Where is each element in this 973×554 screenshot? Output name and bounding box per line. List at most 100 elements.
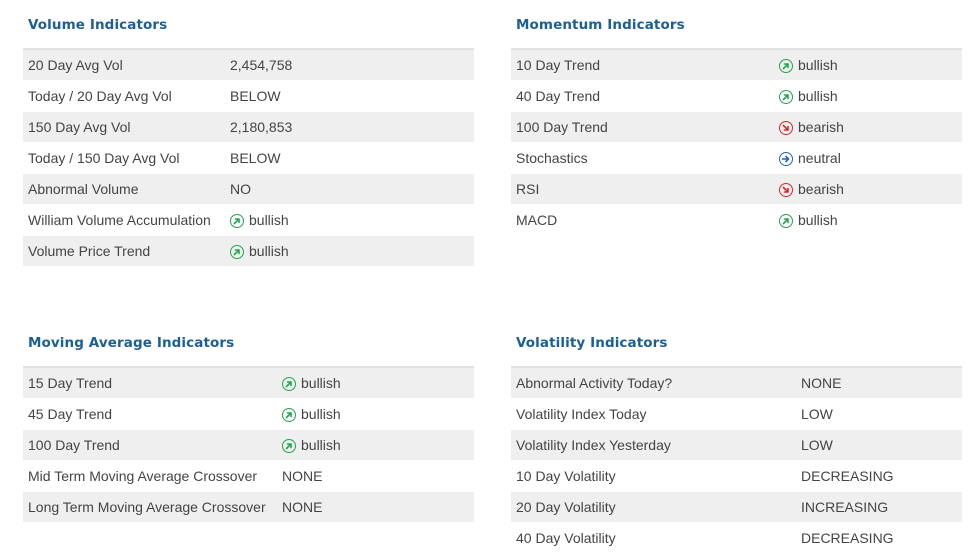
table-row: William Volume Accumulation bullish — [23, 205, 474, 236]
indicator-label: Abnormal Activity Today? — [516, 375, 673, 391]
bullish-icon — [282, 377, 296, 391]
table-row: 45 Day Trend bullish — [23, 399, 474, 430]
indicator-value-text: NONE — [801, 375, 842, 391]
bullish-icon — [779, 90, 793, 104]
indicator-value: BELOW — [230, 88, 281, 104]
indicator-value: 2,454,758 — [230, 57, 292, 73]
indicator-value: NONE — [801, 375, 841, 391]
neutral-icon — [779, 152, 793, 166]
indicator-value: bullish — [779, 57, 838, 73]
indicator-label: Stochastics — [516, 150, 588, 166]
indicator-value: BELOW — [230, 150, 281, 166]
table-row: Volume Price Trend bullish — [23, 236, 474, 267]
indicator-value-text: bullish — [301, 406, 341, 422]
indicator-value-text: bearish — [798, 181, 844, 197]
indicator-value-text: LOW — [801, 406, 833, 422]
indicator-value: bullish — [230, 243, 289, 259]
indicator-value-text: 2,180,853 — [230, 119, 293, 135]
table-row: RSI bearish — [511, 174, 962, 205]
indicator-value: bullish — [282, 375, 341, 391]
indicator-value-text: DECREASING — [801, 530, 894, 546]
indicator-value-text: bullish — [249, 243, 289, 259]
indicator-value-text: bullish — [798, 57, 838, 73]
indicator-label: 40 Day Trend — [516, 88, 601, 104]
table-row: Volatility Index Today LOW — [511, 399, 962, 430]
indicator-value: NONE — [282, 468, 322, 484]
indicator-label: 150 Day Avg Vol — [28, 119, 131, 135]
indicator-label: Today / 20 Day Avg Vol — [28, 88, 172, 104]
indicator-label: Volatility Index Yesterday — [516, 437, 671, 453]
table-row: 20 Day Volatility INCREASING — [511, 492, 962, 523]
table-row: Long Term Moving Average Crossover NONE — [23, 492, 474, 523]
bullish-icon — [230, 214, 244, 228]
indicator-value: NO — [230, 181, 251, 197]
indicator-value-text: NONE — [282, 499, 323, 515]
bearish-icon — [779, 121, 793, 135]
indicator-value-text: bullish — [798, 212, 838, 228]
volume-indicators-panel: Volume Indicators 20 Day Avg Vol 2,454,75… — [23, 10, 474, 267]
volatility-indicators-table: Abnormal Activity Today? NONE Volatility I… — [511, 366, 962, 554]
indicator-value-text: bullish — [798, 88, 838, 104]
moving-average-indicators-table: 15 Day Trend bullish 45 Day Trend bullish 10… — [23, 366, 474, 523]
volatility-indicators-title: Volatility Indicators — [516, 335, 668, 351]
indicator-value-text: bearish — [798, 119, 844, 135]
moving-average-indicators-panel: Moving Average Indicators 15 Day Trend bu… — [23, 328, 474, 523]
indicator-label: Volume Price Trend — [28, 243, 151, 259]
indicator-value-text: NONE — [282, 468, 323, 484]
indicator-label: William Volume Accumulation — [28, 212, 211, 228]
table-row: 15 Day Trend bullish — [23, 368, 474, 399]
indicator-label: Long Term Moving Average Crossover — [28, 499, 266, 515]
table-row: 150 Day Avg Vol 2,180,853 — [23, 112, 474, 143]
volume-indicators-table: 20 Day Avg Vol 2,454,758 Today / 20 Day Av… — [23, 48, 474, 267]
indicator-value-text: neutral — [798, 150, 841, 166]
momentum-indicators-table: 10 Day Trend bullish 40 Day Trend bullish 10… — [511, 48, 962, 236]
indicator-label: 40 Day Volatility — [516, 530, 616, 546]
momentum-indicators-panel: Momentum Indicators 10 Day Trend bullish 4… — [511, 10, 962, 236]
indicator-value-text: bullish — [301, 437, 341, 453]
indicator-label: Today / 150 Day Avg Vol — [28, 150, 180, 166]
table-row: 10 Day Volatility DECREASING — [511, 461, 962, 492]
indicator-value-text: BELOW — [230, 150, 281, 166]
indicator-label: 20 Day Avg Vol — [28, 57, 123, 73]
indicator-value-text: BELOW — [230, 88, 281, 104]
table-row: Abnormal Activity Today? NONE — [511, 368, 962, 399]
volatility-indicators-panel: Volatility Indicators Abnormal Activity … — [511, 328, 962, 554]
table-row: 40 Day Trend bullish — [511, 81, 962, 112]
indicator-value: bullish — [230, 212, 289, 228]
table-row: Mid Term Moving Average Crossover NONE — [23, 461, 474, 492]
indicator-value: DECREASING — [801, 530, 894, 546]
table-row: Today / 20 Day Avg Vol BELOW — [23, 81, 474, 112]
bullish-icon — [779, 59, 793, 73]
table-row: Abnormal Volume NO — [23, 174, 474, 205]
table-row: 10 Day Trend bullish — [511, 50, 962, 81]
indicator-value-text: bullish — [301, 375, 341, 391]
indicator-label: 100 Day Trend — [28, 437, 120, 453]
table-row: Today / 150 Day Avg Vol BELOW — [23, 143, 474, 174]
bullish-icon — [779, 214, 793, 228]
indicator-label: Abnormal Volume — [28, 181, 139, 197]
table-row: 40 Day Volatility DECREASING — [511, 523, 962, 554]
table-row: 100 Day Trend bearish — [511, 112, 962, 143]
indicator-value: bullish — [282, 437, 341, 453]
indicator-value: bullish — [779, 212, 838, 228]
table-row: Stochastics neutral — [511, 143, 962, 174]
indicator-value: bearish — [779, 119, 844, 135]
indicator-value: LOW — [801, 437, 833, 453]
moving-average-indicators-title: Moving Average Indicators — [28, 335, 235, 351]
indicator-value: neutral — [779, 150, 841, 166]
table-row: 20 Day Avg Vol 2,454,758 — [23, 50, 474, 81]
table-row: Volatility Index Yesterday LOW — [511, 430, 962, 461]
indicator-label: 45 Day Trend — [28, 406, 113, 422]
indicator-label: Volatility Index Today — [516, 406, 647, 422]
indicator-value-text: NO — [230, 181, 251, 197]
bullish-icon — [282, 439, 296, 453]
bullish-icon — [230, 245, 244, 259]
indicator-value: bullish — [282, 406, 341, 422]
indicator-value: LOW — [801, 406, 833, 422]
indicator-value: bullish — [779, 88, 838, 104]
indicator-value-text: DECREASING — [801, 468, 894, 484]
indicator-value-text: bullish — [249, 212, 289, 228]
table-row: MACD bullish — [511, 205, 962, 236]
indicator-label: 10 Day Trend — [516, 57, 601, 73]
indicator-value-text: INCREASING — [801, 499, 889, 515]
